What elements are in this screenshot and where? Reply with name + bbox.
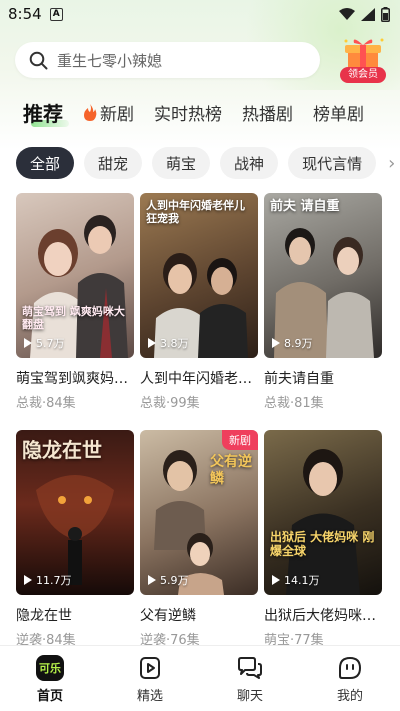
nav-home-label: 首页 xyxy=(36,688,63,704)
bottom-navigation: 可乐 首页 精选 聊天 我的 xyxy=(0,645,400,711)
poster-title: 隐龙在世 xyxy=(22,438,102,462)
drama-poster[interactable]: 隐龙在世 11.7万 xyxy=(16,430,134,595)
play-icon xyxy=(272,575,280,585)
chevron-right-icon[interactable]: › xyxy=(388,153,395,174)
new-tag-badge: 新剧 xyxy=(222,430,258,450)
nav-chat-label: 聊天 xyxy=(236,688,263,704)
vip-gift-button[interactable]: 领会员 xyxy=(338,35,388,85)
nav-featured[interactable]: 精选 xyxy=(115,654,185,704)
wifi-icon xyxy=(339,7,355,20)
drama-title: 前夫请自重 xyxy=(264,371,334,387)
home-logo-icon: 可乐 xyxy=(36,654,64,682)
play-count-value: 5.9万 xyxy=(160,574,189,587)
tab-hot-play[interactable]: 热播剧 xyxy=(242,100,293,125)
drama-card[interactable]: 人到中年闪婚老伴儿 狂宠我 3.8万 人到中年闪婚老… 总裁·99集 xyxy=(140,193,258,426)
chip-war-god[interactable]: 战神 xyxy=(220,147,279,179)
play-count-value: 14.1万 xyxy=(284,574,320,587)
play-count: 14.1万 xyxy=(272,572,320,588)
drama-title: 萌宝驾到飒爽妈咪… xyxy=(16,371,134,387)
profile-face-icon xyxy=(339,656,362,679)
play-count-value: 5.7万 xyxy=(36,337,65,350)
play-count: 8.9万 xyxy=(272,335,313,351)
drama-card[interactable]: 隐龙在世 11.7万 隐龙在世 逆袭·84集 xyxy=(16,430,134,663)
poster-title: 前夫 请自重 xyxy=(270,199,340,214)
drama-poster[interactable]: 新剧 父有逆鳞 5.9万 xyxy=(140,430,258,595)
poster-title: 父有逆鳞 xyxy=(210,454,252,487)
search-row: 重生七零小辣媳 领会员 xyxy=(0,30,400,90)
status-bar: 8:54 A xyxy=(0,0,400,28)
video-play-icon xyxy=(140,656,160,679)
tab-realtime-hot-label: 实时热榜 xyxy=(154,104,222,125)
drama-meta: 总裁·81集 xyxy=(264,396,324,411)
play-count-value: 3.8万 xyxy=(160,337,189,350)
main-tabs: 推荐 新剧 实时热榜 热播剧 榜单剧 xyxy=(0,90,400,134)
tab-ranking-label: 榜单剧 xyxy=(313,104,364,125)
nav-profile-label: 我的 xyxy=(336,688,363,704)
play-count-value: 11.7万 xyxy=(36,574,72,587)
drama-card[interactable]: 前夫 请自重 8.9万 前夫请自重 总裁·81集 xyxy=(264,193,382,426)
nav-home[interactable]: 可乐 首页 xyxy=(15,654,85,704)
notification-a-icon: A xyxy=(49,7,63,21)
poster-title: 出狱后 大佬妈咪 刚爆全球 xyxy=(270,530,375,559)
tab-recommend-label: 推荐 xyxy=(23,101,63,126)
tab-recommend[interactable]: 推荐 xyxy=(23,98,69,127)
chip-modern-romance[interactable]: 现代言情 xyxy=(288,147,377,179)
play-icon xyxy=(24,575,32,585)
drama-poster[interactable]: 萌宝驾到 飒爽妈咪大翻盘 5.7万 xyxy=(16,193,134,358)
home-logo-text: 可乐 xyxy=(36,654,64,681)
drama-meta: 总裁·84集 xyxy=(16,396,76,411)
poster-art-woman xyxy=(286,449,360,595)
drama-title: 人到中年闪婚老… xyxy=(140,371,252,387)
poster-art-couple xyxy=(274,228,374,358)
nav-profile[interactable]: 我的 xyxy=(315,654,385,704)
play-icon xyxy=(148,575,156,585)
drama-grid: 萌宝驾到 飒爽妈咪大翻盘 5.7万 萌宝驾到飒爽妈咪… 总裁·84集 人到中年闪… xyxy=(0,193,400,426)
chat-bubbles-icon xyxy=(238,656,262,679)
drama-card[interactable]: 出狱后 大佬妈咪 刚爆全球 14.1万 出狱后大佬妈咪… 萌宝·77集 xyxy=(264,430,382,663)
drama-title: 父有逆鳞 xyxy=(140,608,196,624)
play-count: 11.7万 xyxy=(24,572,72,588)
battery-icon xyxy=(381,6,390,22)
chip-all[interactable]: 全部 xyxy=(16,147,75,179)
category-chips: 全部 甜宠 萌宝 战神 现代言情 › xyxy=(0,139,400,187)
poster-title: 人到中年闪婚老伴儿 狂宠我 xyxy=(146,199,245,226)
search-placeholder: 重生七零小辣媳 xyxy=(57,51,163,70)
status-time: 8:54 xyxy=(8,5,42,23)
search-bar[interactable]: 重生七零小辣媳 xyxy=(15,42,320,78)
signal-icon xyxy=(361,7,375,21)
play-icon xyxy=(272,338,280,348)
play-count: 5.7万 xyxy=(24,335,65,351)
drama-title: 隐龙在世 xyxy=(16,608,72,624)
drama-title: 出狱后大佬妈咪… xyxy=(264,608,376,624)
chip-sweet[interactable]: 甜宠 xyxy=(84,147,143,179)
tab-new-drama[interactable]: 新剧 xyxy=(83,100,134,125)
tab-realtime-hot[interactable]: 实时热榜 xyxy=(154,100,222,125)
nav-chat[interactable]: 聊天 xyxy=(215,654,285,704)
tab-hot-play-label: 热播剧 xyxy=(242,104,293,125)
drama-poster[interactable]: 前夫 请自重 8.9万 xyxy=(264,193,382,358)
drama-card[interactable]: 萌宝驾到 飒爽妈咪大翻盘 5.7万 萌宝驾到飒爽妈咪… 总裁·84集 xyxy=(16,193,134,426)
drama-meta: 总裁·99集 xyxy=(140,396,200,411)
fire-icon xyxy=(84,103,97,121)
drama-grid-row2: 隐龙在世 11.7万 隐龙在世 逆袭·84集 新剧 父有逆鳞 5.9万 父有逆鳞… xyxy=(0,430,400,663)
vip-label: 领会员 xyxy=(340,67,386,83)
play-icon xyxy=(24,338,32,348)
play-count: 5.9万 xyxy=(148,572,189,588)
drama-poster[interactable]: 出狱后 大佬妈咪 刚爆全球 14.1万 xyxy=(264,430,382,595)
play-count: 3.8万 xyxy=(148,335,189,351)
nav-featured-label: 精选 xyxy=(136,688,163,704)
drama-card[interactable]: 新剧 父有逆鳞 5.9万 父有逆鳞 逆袭·76集 xyxy=(140,430,258,663)
tab-ranking[interactable]: 榜单剧 xyxy=(313,100,364,125)
play-icon xyxy=(148,338,156,348)
poster-art-couple xyxy=(30,215,128,358)
chip-cute-baby[interactable]: 萌宝 xyxy=(152,147,211,179)
tab-new-drama-label: 新剧 xyxy=(100,104,134,125)
poster-title: 萌宝驾到 飒爽妈咪大翻盘 xyxy=(22,305,125,332)
drama-poster[interactable]: 人到中年闪婚老伴儿 狂宠我 3.8万 xyxy=(140,193,258,358)
play-count-value: 8.9万 xyxy=(284,337,313,350)
search-icon xyxy=(29,51,48,69)
